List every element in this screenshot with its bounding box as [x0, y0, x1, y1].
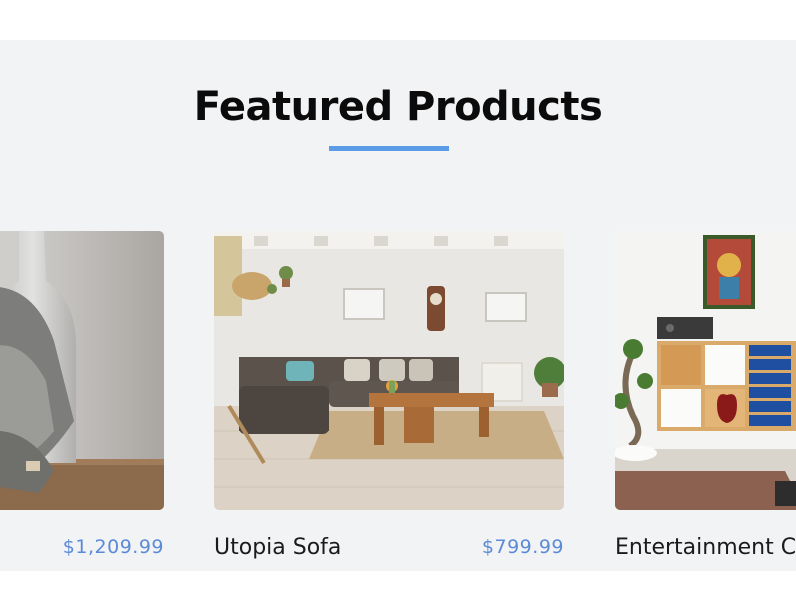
product-card[interactable]: $1,209.99 — [0, 231, 164, 565]
section-title: Featured Products — [193, 84, 603, 130]
product-card[interactable]: Entertainment Ce — [615, 231, 796, 565]
product-price: $799.99 — [481, 536, 564, 558]
featured-products-section: Featured Products $1,209.99 Utopia Sofa … — [0, 40, 796, 571]
product-meta: Entertainment Ce — [615, 535, 796, 565]
product-name[interactable]: Utopia Sofa — [214, 535, 341, 560]
product-price: $1,209.99 — [62, 536, 164, 558]
product-image[interactable] — [214, 231, 564, 510]
product-image[interactable] — [615, 231, 796, 510]
product-meta: $1,209.99 — [0, 535, 164, 565]
product-meta: Utopia Sofa $799.99 — [214, 535, 564, 565]
product-card[interactable]: Utopia Sofa $799.99 — [214, 231, 564, 565]
product-image[interactable] — [0, 231, 164, 510]
title-underline — [329, 146, 449, 151]
product-name[interactable]: Entertainment Ce — [615, 535, 796, 560]
page-background-bottom — [0, 571, 796, 609]
